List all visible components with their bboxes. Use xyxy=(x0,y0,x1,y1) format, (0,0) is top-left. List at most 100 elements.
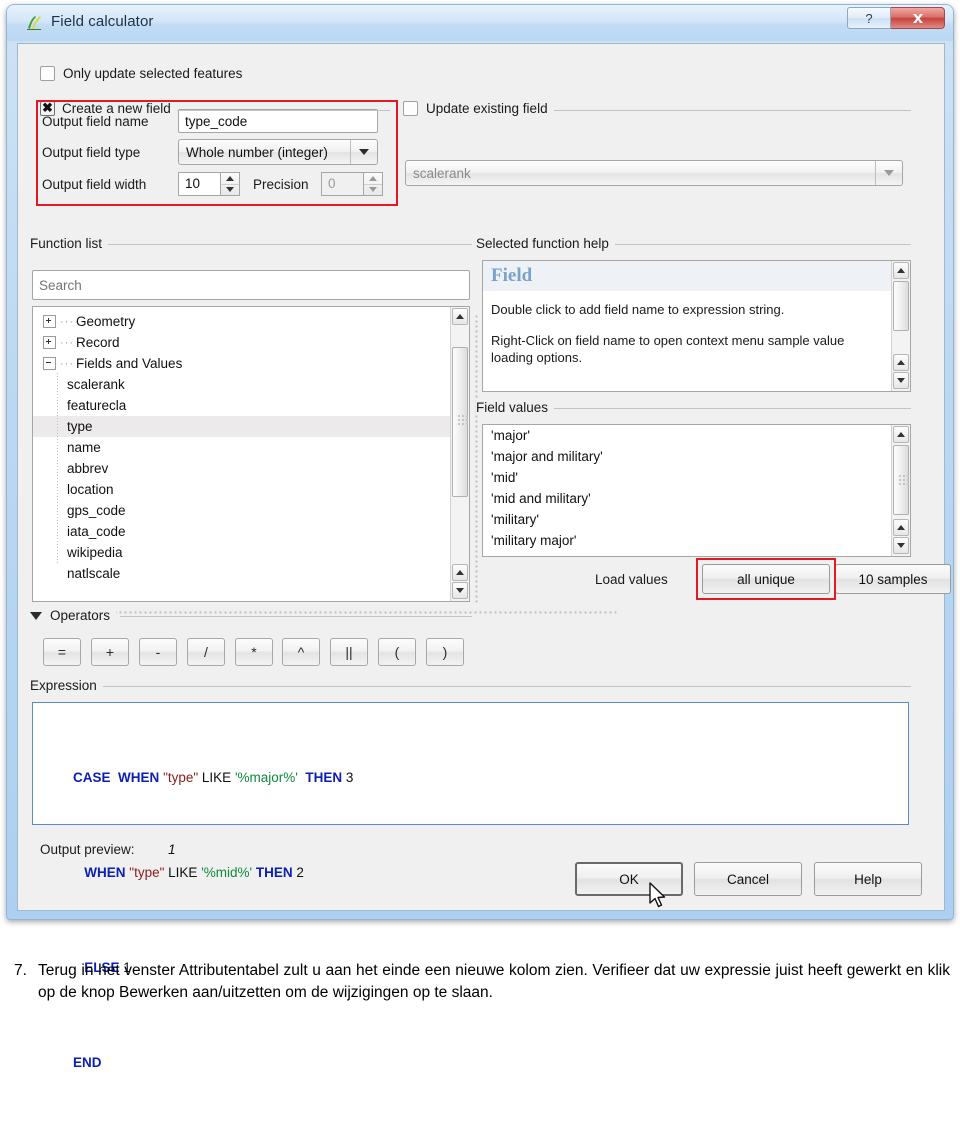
tree-item-label: name xyxy=(67,440,101,455)
title-bar[interactable]: Field calculator ? xyxy=(7,5,953,41)
operator-button-power[interactable]: ^ xyxy=(282,638,320,666)
update-existing-field-header[interactable]: Update existing field xyxy=(403,101,554,116)
scroll-up-icon-2[interactable] xyxy=(893,354,909,371)
scrollbar-thumb[interactable] xyxy=(893,281,909,331)
output-field-name-input[interactable] xyxy=(178,109,378,133)
precision-input xyxy=(321,172,363,196)
list-item[interactable]: 'major' xyxy=(483,425,891,446)
help-paragraph-1: Double click to add field name to expres… xyxy=(491,302,785,317)
tree-group-fields-and-values[interactable]: ··· Fields and Values xyxy=(33,353,469,374)
help-scrollbar[interactable] xyxy=(891,261,910,391)
chevron-down-icon[interactable] xyxy=(350,140,377,164)
window-controls: ? xyxy=(847,7,945,31)
operators-header[interactable]: Operators xyxy=(30,608,117,623)
search-input[interactable] xyxy=(32,270,470,300)
operator-button-open-paren[interactable]: ( xyxy=(378,638,416,666)
tree-item-type[interactable]: type xyxy=(33,416,469,437)
scroll-up-icon[interactable] xyxy=(452,308,468,325)
field-values-title: Field values xyxy=(476,400,555,415)
output-field-width-label: Output field width xyxy=(42,177,147,192)
create-new-field-header[interactable]: Create a new field xyxy=(40,100,177,116)
scroll-up-icon[interactable] xyxy=(893,262,909,279)
list-item[interactable]: 'mid' xyxy=(483,467,891,488)
width-spin-down[interactable] xyxy=(221,183,239,196)
help-dialog-button[interactable]: Help xyxy=(814,862,922,896)
ten-samples-button[interactable]: 10 samples xyxy=(835,564,951,594)
field-values-panel[interactable]: 'major' 'major and military' 'mid' 'mid … xyxy=(482,424,911,557)
list-item[interactable]: 'mid and military' xyxy=(483,488,891,509)
help-button[interactable]: ? xyxy=(847,7,891,29)
tree-group-geometry[interactable]: ··· Geometry xyxy=(33,311,469,332)
help-paragraph-2: Right-Click on field name to open contex… xyxy=(491,333,845,365)
collapse-icon[interactable] xyxy=(43,357,56,370)
tree-item-label: gps_code xyxy=(67,503,126,518)
operator-button-divide[interactable]: / xyxy=(187,638,225,666)
tree-group-label: Record xyxy=(76,335,120,350)
field-calculator-window: Field calculator ? Only update selected … xyxy=(6,4,954,1070)
function-tree[interactable]: ··· Geometry ··· Record ··· Fields and V… xyxy=(33,307,469,601)
operator-button-plus[interactable]: + xyxy=(91,638,129,666)
tree-item-label: wikipedia xyxy=(67,545,123,560)
expression-title: Expression xyxy=(30,678,103,693)
tree-item-abbrev[interactable]: abbrev xyxy=(33,458,469,479)
operator-button-equals[interactable]: = xyxy=(43,638,81,666)
cancel-button[interactable]: Cancel xyxy=(694,862,802,896)
tree-group-record[interactable]: ··· Record xyxy=(33,332,469,353)
scroll-down-icon[interactable] xyxy=(452,564,468,581)
tree-item-scalerank[interactable]: scalerank xyxy=(33,374,469,395)
only-update-selected-checkbox[interactable] xyxy=(40,66,55,81)
expand-icon[interactable] xyxy=(43,315,56,328)
scrollbar-thumb[interactable] xyxy=(893,445,909,515)
only-update-selected-label: Only update selected features xyxy=(63,66,243,81)
expression-editor[interactable]: CASE WHEN "type" LIKE '%major%' THEN 3 W… xyxy=(32,702,909,1070)
output-field-width-stepper[interactable] xyxy=(178,172,240,196)
expand-icon[interactable] xyxy=(43,336,56,349)
tree-item-gps-code[interactable]: gps_code xyxy=(33,500,469,521)
ok-button[interactable]: OK xyxy=(575,862,683,896)
function-help-panel[interactable]: Field Double click to add field name to … xyxy=(482,260,911,392)
operator-button-concat[interactable]: || xyxy=(330,638,368,666)
function-list-title: Function list xyxy=(30,236,109,251)
operator-button-minus[interactable]: - xyxy=(139,638,177,666)
only-update-selected-row[interactable]: Only update selected features xyxy=(40,66,242,81)
vertical-splitter-handle[interactable] xyxy=(474,314,479,604)
scroll-down-icon[interactable] xyxy=(893,537,909,554)
precision-label: Precision xyxy=(253,177,309,192)
tree-item-natlscale[interactable]: natlscale xyxy=(33,563,469,584)
scroll-down-icon-2[interactable] xyxy=(452,582,468,599)
tree-item-iata-code[interactable]: iata_code xyxy=(33,521,469,542)
operator-button-close-paren[interactable]: ) xyxy=(426,638,464,666)
output-preview-label: Output preview: xyxy=(40,842,135,857)
close-icon[interactable] xyxy=(891,7,945,29)
list-item[interactable]: 'major and military' xyxy=(483,446,891,467)
expression-token-then: THEN xyxy=(255,865,293,880)
function-tree-scrollbar[interactable] xyxy=(450,307,469,601)
width-spin-up[interactable] xyxy=(221,173,239,184)
tree-item-name[interactable]: name xyxy=(33,437,469,458)
tree-item-wikipedia[interactable]: wikipedia xyxy=(33,542,469,563)
all-unique-button[interactable]: all unique xyxy=(702,564,830,594)
operator-button-multiply[interactable]: * xyxy=(235,638,273,666)
list-item[interactable]: 'military major' xyxy=(483,530,891,551)
expression-token-string: '%mid%' xyxy=(201,865,253,880)
scroll-down-icon[interactable] xyxy=(893,372,909,389)
chevron-down-icon[interactable] xyxy=(30,611,42,620)
tree-item-location[interactable]: location xyxy=(33,479,469,500)
create-new-field-checkbox[interactable] xyxy=(40,100,55,116)
expression-token-end: END xyxy=(73,1055,102,1070)
scroll-up-icon[interactable] xyxy=(893,426,909,443)
field-values-scrollbar[interactable] xyxy=(891,425,910,556)
field-values-list[interactable]: 'major' 'major and military' 'mid' 'mid … xyxy=(483,425,891,556)
scrollbar-thumb[interactable] xyxy=(452,347,468,497)
expression-token-number: 3 xyxy=(342,770,354,785)
update-existing-field-checkbox[interactable] xyxy=(403,101,418,116)
output-field-width-input[interactable] xyxy=(178,172,220,196)
expression-token-then: THEN xyxy=(305,770,343,785)
tree-item-featurecla[interactable]: featurecla xyxy=(33,395,469,416)
scroll-up-icon-2[interactable] xyxy=(893,519,909,536)
tree-item-label: type xyxy=(67,419,93,434)
output-field-type-combo[interactable]: Whole number (integer) xyxy=(178,139,378,165)
list-item[interactable]: 'military' xyxy=(483,509,891,530)
function-tree-panel[interactable]: ··· Geometry ··· Record ··· Fields and V… xyxy=(32,306,470,602)
width-spin-buttons[interactable] xyxy=(220,172,240,196)
